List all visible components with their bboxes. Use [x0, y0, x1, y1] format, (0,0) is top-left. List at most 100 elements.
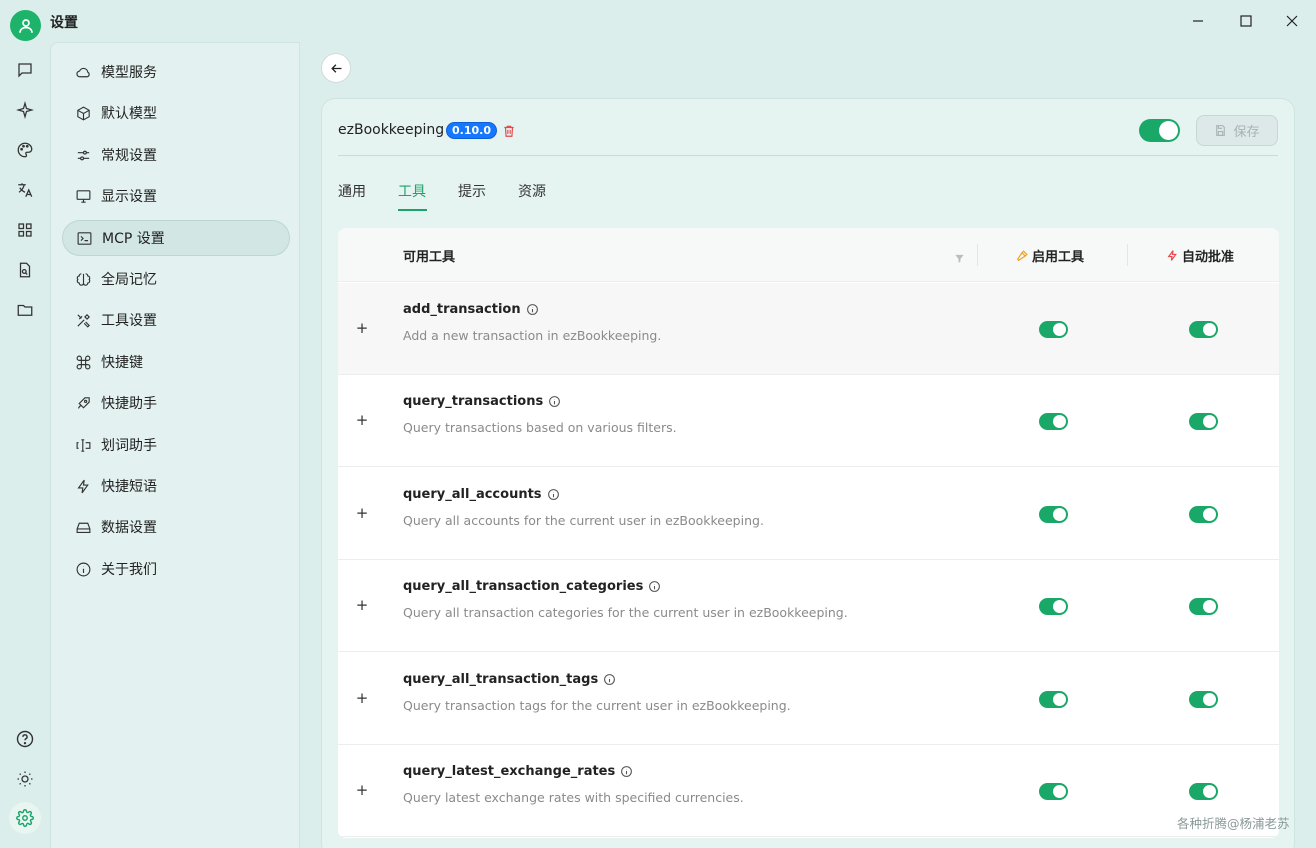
tool-description: Query latest exchange rates with specifi…	[403, 790, 744, 805]
expand-row-button[interactable]: +	[355, 781, 369, 799]
sidebar-item-label: 常规设置	[101, 148, 157, 164]
auto-approve-toggle[interactable]	[1189, 321, 1218, 338]
tool-description: Query transactions based on various filt…	[403, 420, 677, 435]
tool-description: Query transaction tags for the current u…	[403, 698, 791, 713]
rail-paint-button[interactable]	[9, 134, 41, 166]
tab-resources[interactable]: 资源	[518, 181, 546, 201]
tool-name: add_transaction	[403, 302, 539, 317]
close-button[interactable]	[1277, 6, 1307, 36]
sidebar-item-quick-assistant[interactable]: 快捷助手	[62, 385, 290, 421]
column-separator	[977, 244, 978, 266]
col-auto-approve: 自动批准	[1166, 246, 1234, 265]
info-icon	[74, 560, 92, 578]
auto-approve-toggle[interactable]	[1189, 598, 1218, 615]
tool-description: Add a new transaction in ezBookkeeping.	[403, 328, 662, 343]
sidebar-item-memory[interactable]: 全局记忆	[62, 261, 290, 297]
sidebar-item-label: 数据设置	[101, 520, 157, 536]
rail-theme-button[interactable]	[9, 763, 41, 795]
file-search-icon	[19, 262, 31, 278]
rocket-icon	[74, 394, 92, 412]
enable-tool-toggle[interactable]	[1039, 413, 1068, 430]
tab-general[interactable]: 通用	[338, 181, 366, 201]
translate-icon	[18, 183, 33, 198]
sidebar-item-data[interactable]: 数据设置	[62, 509, 290, 545]
auto-approve-toggle[interactable]	[1189, 413, 1218, 430]
rail-chat-button[interactable]	[9, 54, 41, 86]
auto-approve-toggle[interactable]	[1189, 506, 1218, 523]
info-icon[interactable]	[603, 673, 616, 686]
save-icon	[1216, 125, 1226, 136]
tools-icon	[74, 311, 92, 329]
settings-sidebar: 模型服务 默认模型 常规设置 显示设置 MCP 设置 全局记忆 工具设置 快捷键…	[50, 42, 300, 848]
filter-button[interactable]	[954, 249, 965, 268]
expand-row-button[interactable]: +	[355, 411, 369, 429]
rail-apps-button[interactable]	[9, 214, 41, 246]
sidebar-item-mcp[interactable]: MCP 设置	[62, 220, 290, 256]
auto-approve-toggle[interactable]	[1189, 691, 1218, 708]
rail-translate-button[interactable]	[9, 174, 41, 206]
info-icon[interactable]	[648, 580, 661, 593]
rail-agents-button[interactable]	[9, 94, 41, 126]
cube-icon	[74, 104, 92, 122]
sidebar-item-selection-assistant[interactable]: 划词助手	[62, 427, 290, 463]
info-icon[interactable]	[620, 765, 633, 778]
expand-row-button[interactable]: +	[355, 504, 369, 522]
delete-server-button[interactable]	[502, 123, 516, 142]
expand-row-button[interactable]: +	[355, 596, 369, 614]
sidebar-item-shortcuts[interactable]: 快捷键	[62, 344, 290, 380]
maximize-button[interactable]	[1231, 6, 1261, 36]
expand-row-button[interactable]: +	[355, 689, 369, 707]
info-icon[interactable]	[547, 488, 560, 501]
back-button[interactable]	[321, 53, 351, 83]
tool-name: query_all_accounts	[403, 487, 560, 502]
info-icon[interactable]	[526, 303, 539, 316]
auto-approve-toggle[interactable]	[1189, 783, 1218, 800]
brain-icon	[74, 270, 92, 288]
save-label: 保存	[1233, 125, 1260, 140]
rail-help-button[interactable]	[9, 723, 41, 755]
table-row: + query_all_transaction_tags Query trans…	[338, 653, 1279, 745]
tools-table: 可用工具 启用工具 自动批准 + add_transaction Add a n…	[338, 228, 1279, 838]
sidebar-item-about[interactable]: 关于我们	[62, 551, 290, 587]
enable-tool-toggle[interactable]	[1039, 598, 1068, 615]
save-button[interactable]: 保存	[1196, 115, 1278, 146]
tool-name-text: query_latest_exchange_rates	[403, 764, 616, 779]
sidebar-item-label: 划词助手	[101, 438, 157, 454]
zap-icon	[1166, 249, 1179, 262]
sidebar-item-default-model[interactable]: 默认模型	[62, 95, 290, 131]
col-label: 启用工具	[1032, 250, 1085, 265]
rail-settings-button[interactable]	[9, 802, 41, 834]
version-badge: 0.10.0	[446, 122, 497, 139]
active-tab-indicator	[398, 209, 427, 211]
sidebar-item-display[interactable]: 显示设置	[62, 178, 290, 214]
sidebar-item-general[interactable]: 常规设置	[62, 137, 290, 173]
enable-tool-toggle[interactable]	[1039, 506, 1068, 523]
sidebar-item-tools[interactable]: 工具设置	[62, 302, 290, 338]
gear-icon	[16, 809, 34, 827]
enable-tool-toggle[interactable]	[1039, 321, 1068, 338]
col-label: 自动批准	[1182, 250, 1235, 265]
enable-tool-toggle[interactable]	[1039, 783, 1068, 800]
user-icon	[18, 18, 33, 33]
expand-row-button[interactable]: +	[355, 319, 369, 337]
tab-tools[interactable]: 工具	[398, 181, 426, 201]
minimize-button[interactable]	[1183, 6, 1213, 36]
trash-icon	[504, 125, 514, 137]
server-enable-toggle[interactable]	[1139, 119, 1180, 142]
user-avatar[interactable]	[10, 10, 41, 41]
table-row: + query_transactions Query transactions …	[338, 375, 1279, 467]
sidebar-item-label: 快捷助手	[101, 396, 157, 412]
enable-tool-toggle[interactable]	[1039, 691, 1068, 708]
rail-files-button[interactable]	[9, 254, 41, 286]
tab-prompts[interactable]: 提示	[458, 181, 486, 201]
rail-folder-button[interactable]	[9, 294, 41, 326]
tool-name-text: query_all_accounts	[403, 487, 542, 502]
column-separator	[1127, 244, 1128, 266]
header-divider	[338, 155, 1278, 156]
info-icon[interactable]	[548, 395, 561, 408]
window-title: 设置	[50, 15, 78, 31]
sidebar-item-model-service[interactable]: 模型服务	[62, 54, 290, 90]
sidebar-item-quick-phrases[interactable]: 快捷短语	[62, 468, 290, 504]
sidebar-item-label: 模型服务	[101, 65, 157, 81]
tool-name: query_all_transaction_tags	[403, 672, 616, 687]
